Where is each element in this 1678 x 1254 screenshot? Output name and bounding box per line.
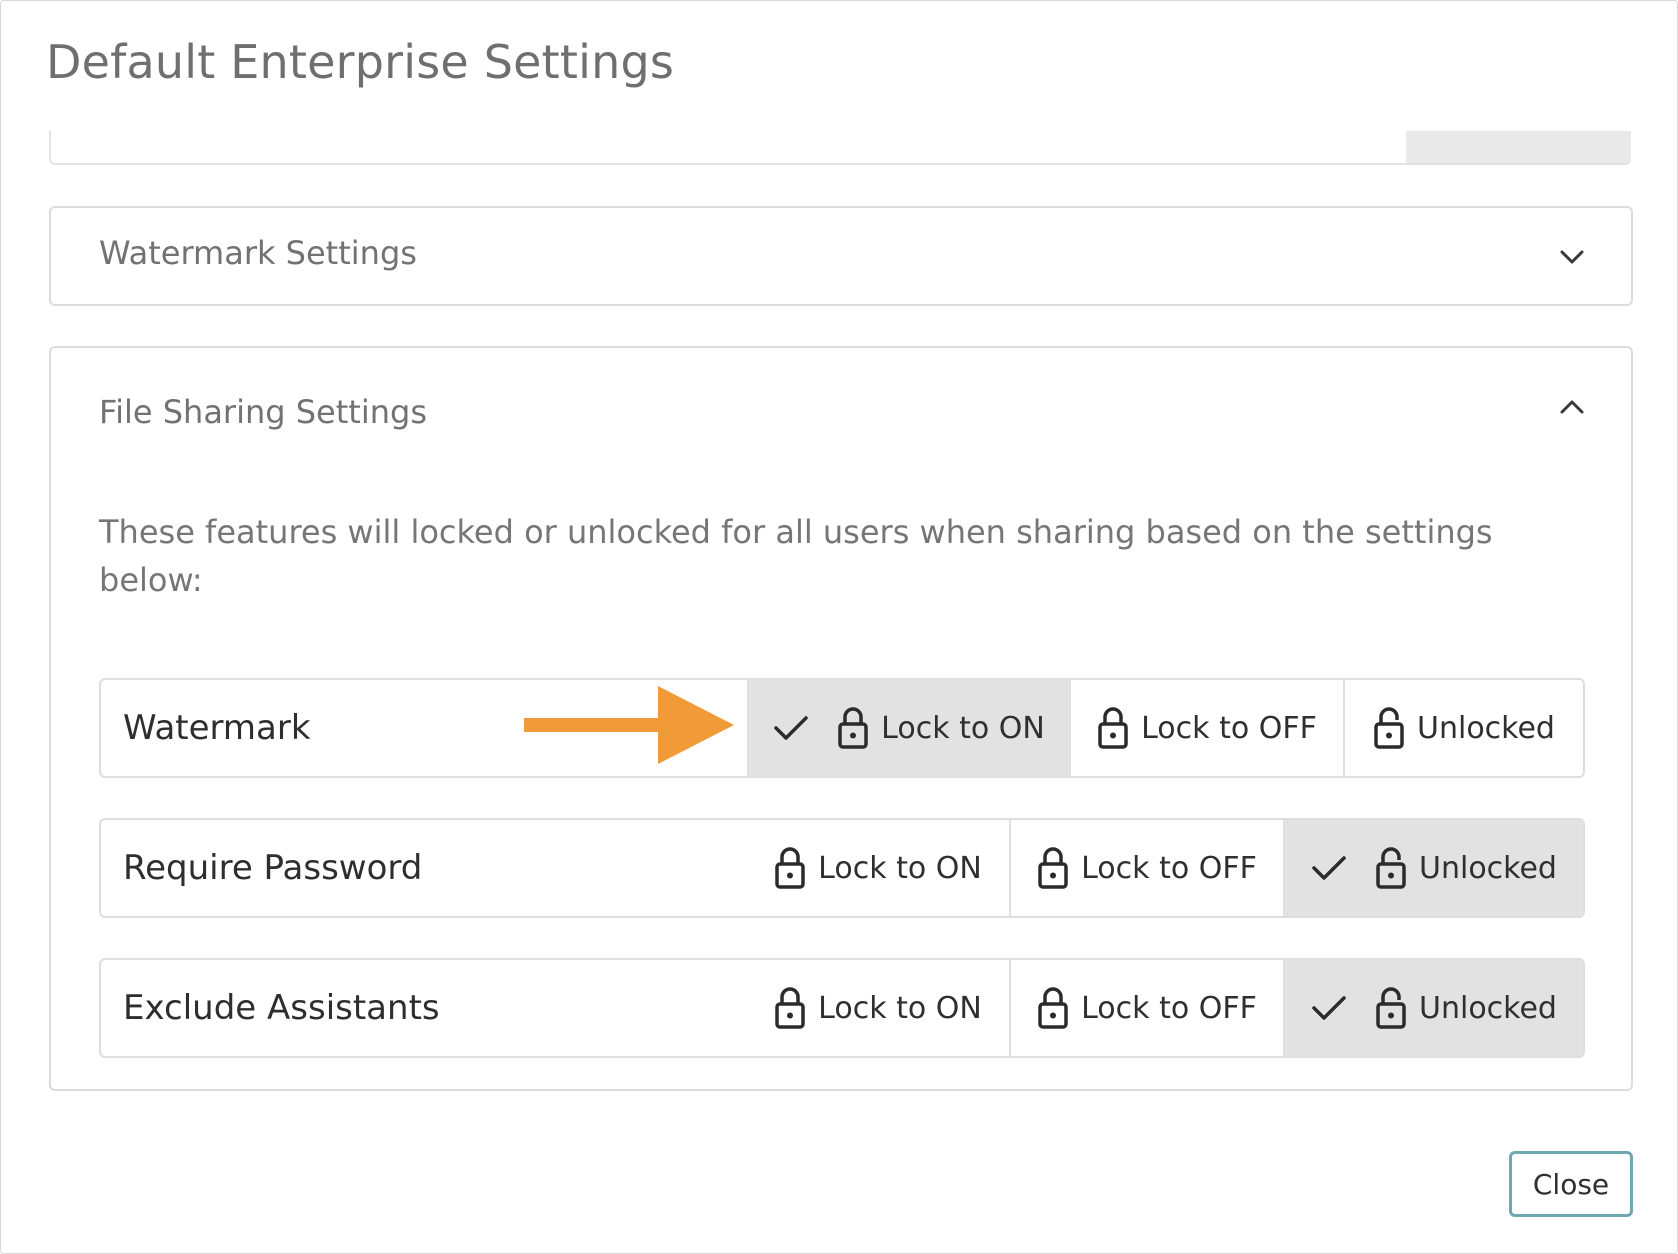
- option-label: Lock to ON: [818, 990, 982, 1026]
- checkmark-icon: [1311, 854, 1347, 882]
- option-label: Unlocked: [1419, 990, 1557, 1026]
- option-label: Lock to OFF: [1081, 850, 1257, 886]
- panel-title-file-sharing[interactable]: File Sharing Settings: [99, 393, 427, 431]
- checkmark-icon: [773, 714, 809, 742]
- annotation-arrow-icon: [524, 686, 734, 764]
- unlock-icon: [1375, 846, 1407, 890]
- lock-icon: [774, 986, 806, 1030]
- option-label: Unlocked: [1417, 710, 1555, 746]
- option-lock-to-off[interactable]: Lock to OFF: [1009, 960, 1283, 1056]
- panel-title-watermark: Watermark Settings: [99, 234, 417, 272]
- setting-label: Exclude Assistants: [123, 988, 440, 1028]
- file-sharing-description: These features will locked or unlocked f…: [99, 513, 1493, 599]
- lock-icon: [1097, 706, 1129, 750]
- modal-title: Default Enterprise Settings: [46, 35, 675, 89]
- chevron-up-icon[interactable]: [1555, 390, 1589, 424]
- lock-icon: [1037, 986, 1069, 1030]
- option-label: Lock to OFF: [1141, 710, 1317, 746]
- setting-row-require-password: Require Password Lock to ON Lock to OFF: [99, 818, 1585, 918]
- watermark-settings-panel[interactable]: Watermark Settings: [49, 206, 1633, 306]
- unlock-icon: [1373, 706, 1405, 750]
- enterprise-settings-modal: Default Enterprise Settings Watermark Se…: [0, 0, 1678, 1254]
- file-sharing-settings-panel: File Sharing Settings These features wil…: [49, 346, 1633, 1091]
- close-button[interactable]: Close: [1509, 1151, 1633, 1217]
- chevron-down-icon[interactable]: [1555, 240, 1589, 274]
- option-lock-to-on[interactable]: Lock to ON: [747, 820, 1009, 916]
- setting-row-watermark: Watermark Lock to ON Lock to OFF Unlocke…: [99, 678, 1585, 778]
- unlock-icon: [1375, 986, 1407, 1030]
- option-unlocked[interactable]: Unlocked: [1343, 680, 1583, 776]
- lock-icon: [837, 706, 869, 750]
- option-lock-to-off[interactable]: Lock to OFF: [1009, 820, 1283, 916]
- setting-label: Require Password: [123, 848, 423, 888]
- option-lock-to-on[interactable]: Lock to ON: [747, 960, 1009, 1056]
- previous-panel-bottom: [49, 131, 1631, 165]
- option-label: Lock to ON: [881, 710, 1045, 746]
- previous-panel-control: [1406, 131, 1631, 163]
- option-lock-to-off[interactable]: Lock to OFF: [1069, 680, 1343, 776]
- option-unlocked[interactable]: Unlocked: [1283, 820, 1583, 916]
- checkmark-icon: [1311, 994, 1347, 1022]
- setting-row-exclude-assistants: Exclude Assistants Lock to ON Lock to OF…: [99, 958, 1585, 1058]
- option-label: Unlocked: [1419, 850, 1557, 886]
- option-lock-to-on[interactable]: Lock to ON: [747, 680, 1069, 776]
- lock-icon: [774, 846, 806, 890]
- lock-icon: [1037, 846, 1069, 890]
- option-unlocked[interactable]: Unlocked: [1283, 960, 1583, 1056]
- option-label: Lock to ON: [818, 850, 982, 886]
- option-label: Lock to OFF: [1081, 990, 1257, 1026]
